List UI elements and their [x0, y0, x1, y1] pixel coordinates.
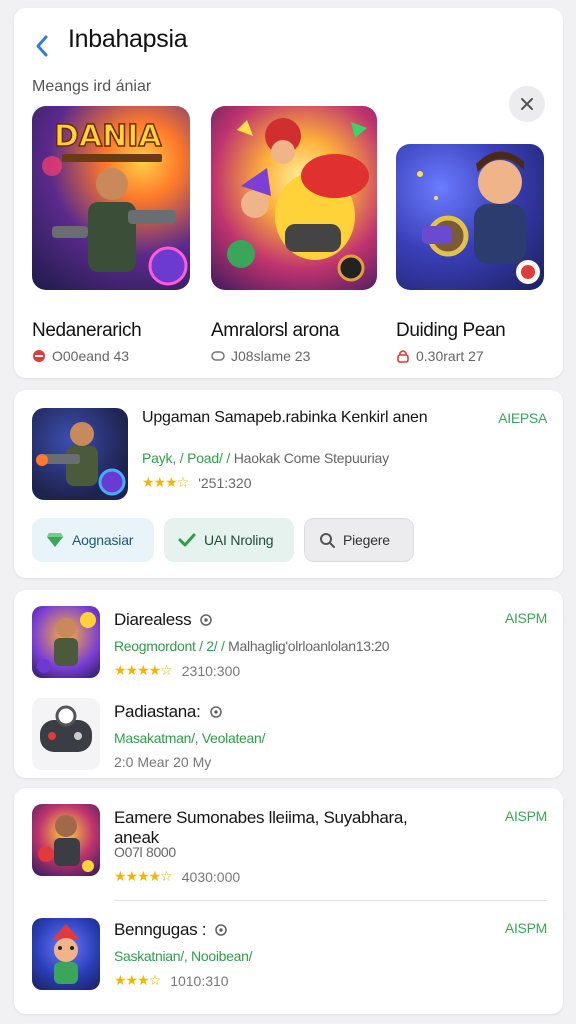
status-tag: AISPM — [504, 610, 547, 626]
game-name: Duiding Pean — [396, 320, 506, 341]
app-icon — [32, 698, 100, 770]
game-subtitle: Masakatman/, Veolatean/ — [114, 730, 265, 746]
list-item[interactable]: Eamere Sumonabes lleiima, Suyabhara, ane… — [14, 790, 563, 900]
search-icon — [320, 533, 335, 548]
game-subtitle: Saskatnian/, Nooibean/ — [114, 948, 252, 964]
game-rating: 2:0 Mear 20 My — [114, 754, 211, 770]
close-icon — [521, 98, 533, 110]
game-subtitle-green: Saskatnian/, Nooibean/ — [114, 948, 253, 964]
featured-game-2[interactable]: Amralorsl arona J08slame 23 — [211, 106, 377, 364]
game-list-card-2: Eamere Sumonabes lleiima, Suyabhara, ane… — [14, 788, 563, 1014]
chip-label: Piegere — [343, 532, 390, 548]
featured-card: Inbahapsia Meangs ird ániar DANIA Nedane… — [14, 8, 563, 378]
game-meta-text: 0.30rart 27 — [416, 348, 484, 364]
chip-label: Aognasiar — [72, 532, 134, 548]
app-subtitle: Payk, / Poad/ / Haokak Come Stepuuriay — [142, 450, 389, 466]
red-lock-icon — [397, 350, 409, 363]
star-rating-icon: ★★★★☆ — [114, 662, 173, 678]
game-art: DANIA — [32, 106, 190, 290]
game-name: Amralorsl arona — [211, 320, 340, 341]
game-name-text: Eamere Sumonabes lleiima, Suyabhara, ane… — [114, 808, 408, 847]
game-name-text: Padiastana: — [114, 702, 201, 721]
game-logo-text: DANIA — [54, 119, 162, 154]
game-art — [396, 144, 544, 290]
game-name: Benngugas : — [114, 920, 228, 940]
game-art — [211, 106, 377, 290]
game-meta-text: J08slame 23 — [231, 348, 311, 364]
game-name: Eamere Sumonabes lleiima, Suyabhara, ane… — [114, 808, 424, 848]
game-meta: O00eand 43 — [32, 348, 129, 364]
game-meta: J08slame 23 — [211, 348, 310, 364]
game-name: Nedanerarich — [32, 320, 142, 341]
game-name: Diarealess — [114, 610, 213, 630]
rating-count: 2310:300 — [181, 662, 241, 679]
game-name: Padiastana: — [114, 702, 223, 722]
chip-label: UAI Nroling — [204, 532, 274, 548]
list-item[interactable]: Benngugas : Saskatnian/, Nooibean/ ★★★☆ … — [14, 908, 563, 998]
list-item[interactable]: Diarealess Reogmordont / 2/ / Malhaglig'… — [14, 592, 563, 682]
app-icon — [32, 606, 100, 678]
list-item[interactable]: Padiastana: Masakatman/, Veolatean/ 2:0 … — [14, 684, 563, 774]
app-detail-card: Upgaman Samapeb.rabinka Kenkirl anen Pay… — [14, 390, 563, 578]
rating-count: '251:320 — [198, 474, 252, 491]
gamepad-icon — [211, 351, 225, 361]
rating-count: 4030:000 — [181, 868, 241, 885]
gear-icon — [215, 924, 227, 936]
divider — [114, 900, 547, 901]
app-title: Upgaman Samapeb.rabinka Kenkirl anen — [142, 409, 428, 426]
game-name-text: Diarealess — [114, 610, 192, 629]
status-tag: AIEPSA — [498, 410, 547, 426]
red-badge-icon — [33, 350, 45, 362]
star-rating-icon: ★★★☆ — [114, 972, 161, 988]
game-subtitle-plain: O07l 8000 — [114, 844, 176, 860]
featured-game-3[interactable]: Duiding Pean 0.30rart 27 — [396, 144, 544, 364]
close-button[interactable] — [509, 86, 545, 122]
game-subtitle-green: Masakatman/, Veolatean/ — [114, 730, 266, 746]
section-label: Meangs ird ániar — [32, 78, 152, 95]
game-subtitle-rest: Malhaglig'olrloanlolan13:20 — [228, 638, 390, 654]
game-meta-text: O00eand 43 — [52, 348, 130, 364]
game-list-card-1: Diarealess Reogmordont / 2/ / Malhaglig'… — [14, 590, 563, 778]
featured-game-1[interactable]: DANIA Nedanerarich O00eand 43 — [32, 106, 190, 364]
chevron-left-icon — [36, 35, 48, 57]
game-rating: ★★★★☆ 4030:000 — [114, 868, 240, 885]
chip-uai-nroling[interactable]: UAI Nroling — [164, 518, 294, 562]
app-rating: ★★★☆ '251:320 — [142, 474, 251, 491]
game-meta: 0.30rart 27 — [396, 348, 484, 364]
app-icon — [32, 804, 100, 876]
app-icon[interactable] — [32, 408, 128, 500]
app-subtitle-rest: Haokak Come Stepuuriay — [233, 450, 389, 466]
rating-count: 1010:310 — [170, 972, 229, 989]
game-subtitle: O07l 8000 — [114, 844, 176, 860]
game-subtitle-green: Reogmordont / 2/ / — [114, 638, 229, 654]
star-rating-icon: ★★★☆ — [142, 474, 189, 490]
check-icon — [178, 533, 196, 547]
star-rating-icon: ★★★★☆ — [114, 868, 173, 884]
app-subtitle-green: Payk, / Poad/ / — [142, 450, 234, 466]
status-tag: AISPM — [504, 808, 547, 824]
gear-icon — [200, 614, 213, 626]
rating-count: 2:0 Mear 20 My — [114, 754, 212, 770]
back-button[interactable] — [28, 30, 56, 62]
chip-piegere[interactable]: Piegere — [304, 518, 414, 562]
game-rating: ★★★☆ 1010:310 — [114, 972, 229, 989]
game-rating: ★★★★☆ 2310:300 — [114, 662, 240, 679]
gem-icon — [47, 533, 63, 547]
page-title: Inbahapsia — [68, 25, 188, 53]
game-subtitle: Reogmordont / 2/ / Malhaglig'olrloanlola… — [114, 638, 390, 654]
app-icon — [32, 918, 100, 990]
chip-aognasiar[interactable]: Aognasiar — [32, 518, 154, 562]
game-name-text: Benngugas : — [114, 920, 207, 939]
status-tag: AISPM — [504, 920, 547, 936]
gear-icon — [209, 706, 222, 718]
